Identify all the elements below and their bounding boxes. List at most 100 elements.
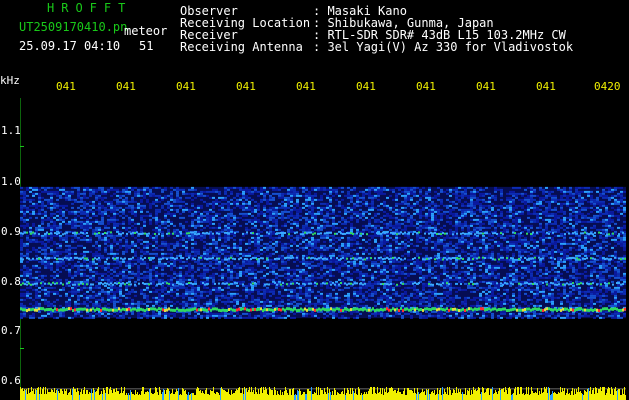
spectrogram-cell — [29, 230, 32, 233]
spectrogram-cell — [323, 236, 326, 239]
spectrogram-cell — [299, 206, 302, 209]
spectrogram-cell — [236, 266, 239, 269]
spectrogram-cell — [362, 210, 365, 213]
spectrogram-cell — [212, 196, 215, 199]
spectrogram-cell — [179, 244, 182, 247]
spectrogram-cell — [212, 226, 215, 229]
spectrogram-cell — [464, 250, 467, 253]
spectrogram-cell — [617, 192, 620, 195]
spectrogram-cell — [254, 268, 257, 271]
spectrogram-cell — [326, 220, 329, 223]
spectrogram-cell — [422, 224, 425, 227]
spectrogram-cell — [203, 190, 206, 193]
spectrogram-cell — [608, 220, 611, 223]
spectrogram-cell — [485, 208, 488, 211]
spectrogram-cell — [416, 264, 419, 267]
spectrogram-cell — [305, 242, 308, 245]
spectrogram-cell — [545, 236, 548, 239]
spectrogram-cell — [461, 204, 464, 207]
spectrogram-cell — [569, 190, 572, 193]
spectrogram-cell — [230, 220, 233, 223]
spectrogram-cell — [614, 200, 617, 203]
spectrogram-cell — [554, 198, 557, 201]
spectrogram-cell — [107, 238, 110, 241]
spectrogram-cell — [194, 252, 197, 255]
spectrogram-cell — [365, 192, 368, 195]
spectrogram-cell — [26, 272, 29, 275]
spectrogram-cell — [278, 188, 281, 191]
spectrogram-cell — [218, 204, 221, 207]
spectrogram-cell — [122, 260, 125, 263]
spectrogram-cell — [521, 206, 524, 209]
spectrogram-cell — [311, 238, 314, 241]
spectrogram-cell — [221, 244, 224, 247]
spectrogram-cell — [92, 192, 95, 195]
spectrogram-cell — [251, 198, 254, 201]
spectrogram-cell — [287, 200, 290, 203]
spectrogram-cell — [512, 240, 515, 243]
spectrogram-cell — [425, 196, 428, 199]
spectrogram-cell — [512, 252, 515, 255]
spectrogram-cell — [257, 246, 260, 249]
spectrogram-cell — [155, 204, 158, 207]
spectrogram-cell — [482, 260, 485, 263]
spectrogram-cell — [191, 188, 194, 191]
spectrogram-cell — [137, 268, 140, 271]
spectrogram-cell — [386, 266, 389, 269]
spectrogram-cell — [32, 240, 35, 243]
spectrogram-cell — [566, 190, 569, 193]
spectrogram-cell — [206, 214, 209, 217]
spectrogram-cell — [542, 188, 545, 191]
spectrogram-cell — [242, 206, 245, 209]
spectrogram-cell — [74, 218, 77, 221]
spectrogram-cell — [92, 190, 95, 193]
spectrogram-cell — [590, 206, 593, 209]
spectrogram-cell — [419, 240, 422, 243]
spectrogram-cell — [443, 212, 446, 215]
spectrogram-cell — [140, 272, 143, 275]
spectrogram-cell — [344, 272, 347, 275]
spectrogram-cell — [587, 194, 590, 197]
spectrogram-cell — [281, 192, 284, 195]
spectrogram-cell — [56, 198, 59, 201]
spectrogram-cell — [95, 228, 98, 231]
spectrogram-cell — [467, 266, 470, 269]
spectrogram-cell — [605, 194, 608, 197]
spectrogram-cell — [122, 202, 125, 205]
spectrogram-cell — [566, 250, 569, 253]
spectrogram-cell — [422, 206, 425, 209]
spectrogram-cell — [392, 238, 395, 241]
spectrogram-cell — [587, 220, 590, 223]
spectrogram-cell — [311, 200, 314, 203]
spectrogram-cell — [440, 264, 443, 267]
spectrogram-cell — [572, 202, 575, 205]
spectrogram-cell — [209, 210, 212, 213]
spectrogram-cell — [335, 248, 338, 251]
spectrogram-cell — [329, 198, 332, 201]
spectrogram-cell — [125, 198, 128, 201]
spectrogram-cell — [431, 212, 434, 215]
spectrogram-cell — [314, 218, 317, 221]
spectrogram-cell — [50, 186, 53, 189]
spectrogram-cell — [254, 200, 257, 203]
spectrogram-cell — [563, 254, 566, 257]
spectrogram-cell — [275, 208, 278, 211]
antenna-value: : 3el Yagi(V) Az 330 for Vladivostok — [313, 40, 574, 54]
spectrogram-cell — [299, 218, 302, 221]
spectrogram-cell — [50, 244, 53, 247]
spectrogram-cell — [581, 206, 584, 209]
spectrogram-cell — [563, 190, 566, 193]
spectrogram-cell — [77, 188, 80, 191]
spectrogram-cell — [350, 208, 353, 211]
spectrogram-cell — [194, 248, 197, 251]
spectrogram-cell — [284, 222, 287, 225]
spectrogram-cell — [260, 198, 263, 201]
spectrogram-cell — [509, 258, 512, 261]
spectrogram-cell — [299, 208, 302, 211]
spectrogram-cell — [197, 258, 200, 261]
spectrogram-cell — [134, 206, 137, 209]
spectrogram-cell — [203, 268, 206, 271]
spectrogram-cell — [572, 196, 575, 199]
spectrogram-cell — [584, 238, 587, 241]
spectrogram-cell — [371, 204, 374, 207]
